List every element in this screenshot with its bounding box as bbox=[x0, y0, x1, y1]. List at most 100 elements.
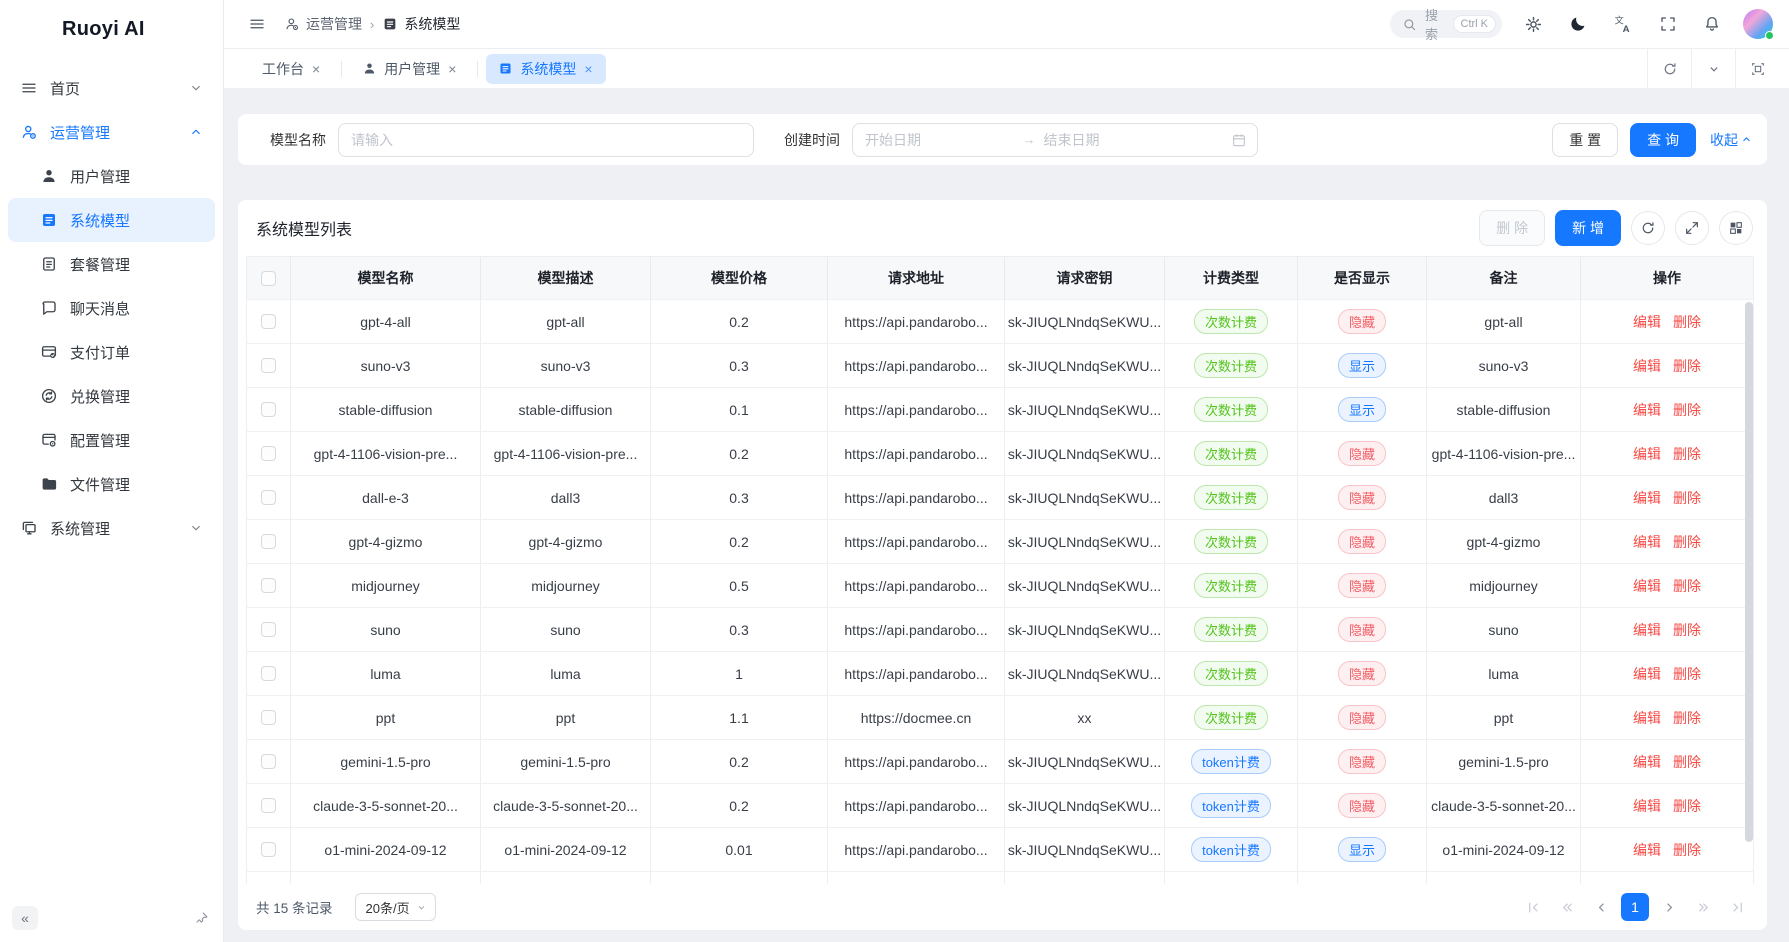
table-scrollbar[interactable] bbox=[1745, 302, 1753, 842]
sidebar-item-operations[interactable]: 运营管理 bbox=[8, 110, 215, 154]
edit-link[interactable]: 编辑 bbox=[1633, 840, 1661, 860]
global-search[interactable]: 搜索 Ctrl K bbox=[1390, 10, 1502, 38]
table-row: lumaluma1https://api.pandarobo...sk-JIUQ… bbox=[247, 651, 1753, 695]
delete-link[interactable]: 删除 bbox=[1673, 444, 1701, 464]
sidebar-item-home[interactable]: 首页 bbox=[8, 66, 215, 110]
next-5-pages-button[interactable] bbox=[1689, 893, 1717, 921]
delete-link[interactable]: 删除 bbox=[1673, 532, 1701, 552]
tab-system-model[interactable]: 系统模型× bbox=[486, 54, 605, 84]
tab-menu-button[interactable] bbox=[1691, 49, 1735, 88]
language-button[interactable] bbox=[1609, 10, 1637, 38]
edit-link[interactable]: 编辑 bbox=[1633, 444, 1661, 464]
settings-button[interactable] bbox=[1520, 11, 1547, 38]
row-checkbox[interactable] bbox=[261, 490, 276, 505]
delete-link[interactable]: 删除 bbox=[1673, 664, 1701, 684]
theme-toggle-button[interactable] bbox=[1565, 11, 1591, 37]
edit-link[interactable]: 编辑 bbox=[1633, 356, 1661, 376]
edit-link[interactable]: 编辑 bbox=[1633, 312, 1661, 332]
cell-remark: ppt bbox=[1427, 696, 1581, 739]
tab-maximize-button[interactable] bbox=[1735, 49, 1779, 88]
breadcrumb-item-system-model[interactable]: 系统模型 bbox=[382, 14, 460, 34]
model-name-input[interactable] bbox=[338, 123, 754, 157]
sidebar-item-payment-orders[interactable]: 支付订单 bbox=[8, 330, 215, 374]
delete-link[interactable]: 删除 bbox=[1673, 708, 1701, 728]
cell-price: 1.1 bbox=[651, 696, 828, 739]
column-settings-button[interactable] bbox=[1719, 211, 1753, 245]
delete-link[interactable]: 删除 bbox=[1673, 620, 1701, 640]
delete-link[interactable]: 删除 bbox=[1673, 796, 1701, 816]
row-checkbox[interactable] bbox=[261, 842, 276, 857]
edit-link[interactable]: 编辑 bbox=[1633, 532, 1661, 552]
delete-link[interactable]: 删除 bbox=[1673, 840, 1701, 860]
sidebar-item-user-management[interactable]: 用户管理 bbox=[8, 154, 215, 198]
tab-refresh-button[interactable] bbox=[1647, 49, 1691, 88]
edit-link[interactable]: 编辑 bbox=[1633, 488, 1661, 508]
row-checkbox[interactable] bbox=[261, 446, 276, 461]
tab-user-management[interactable]: 用户管理× bbox=[350, 54, 469, 84]
last-page-button[interactable] bbox=[1723, 893, 1751, 921]
cell-desc: o1-mini-2024-09-12 bbox=[481, 828, 651, 871]
close-icon[interactable]: × bbox=[311, 62, 321, 76]
tab-workbench[interactable]: 工作台× bbox=[250, 54, 333, 84]
edit-link[interactable]: 编辑 bbox=[1633, 620, 1661, 640]
cell-remark: gpt-4-gizmo bbox=[1427, 520, 1581, 563]
sidebar-item-config-management[interactable]: 配置管理 bbox=[8, 418, 215, 462]
edit-link[interactable]: 编辑 bbox=[1633, 576, 1661, 596]
sidebar-item-package-management[interactable]: 套餐管理 bbox=[8, 242, 215, 286]
edit-link[interactable]: 编辑 bbox=[1633, 752, 1661, 772]
page-size-select[interactable]: 20条/页 bbox=[355, 893, 436, 921]
select-all-checkbox[interactable] bbox=[261, 271, 276, 286]
delete-button[interactable]: 删 除 bbox=[1479, 210, 1545, 246]
row-checkbox[interactable] bbox=[261, 578, 276, 593]
search-button[interactable]: 查 询 bbox=[1630, 123, 1696, 157]
collapse-filter-button[interactable]: 收起 bbox=[1710, 130, 1753, 150]
user-avatar[interactable] bbox=[1743, 9, 1773, 39]
sidebar-item-file-management[interactable]: 文件管理 bbox=[8, 462, 215, 506]
fullscreen-button[interactable] bbox=[1655, 11, 1681, 37]
delete-link[interactable]: 删除 bbox=[1673, 356, 1701, 376]
first-page-button[interactable] bbox=[1519, 893, 1547, 921]
pin-icon[interactable] bbox=[195, 911, 209, 925]
logo[interactable]: Ruoyi AI bbox=[0, 0, 223, 58]
row-checkbox[interactable] bbox=[261, 710, 276, 725]
edit-link[interactable]: 编辑 bbox=[1633, 796, 1661, 816]
notifications-button[interactable] bbox=[1699, 11, 1725, 37]
row-checkbox[interactable] bbox=[261, 534, 276, 549]
page-number-button[interactable]: 1 bbox=[1621, 893, 1649, 921]
edit-link[interactable]: 编辑 bbox=[1633, 708, 1661, 728]
delete-link[interactable]: 删除 bbox=[1673, 312, 1701, 332]
row-checkbox[interactable] bbox=[261, 754, 276, 769]
cell-remark: suno-v3 bbox=[1427, 344, 1581, 387]
reset-button[interactable]: 重 置 bbox=[1552, 123, 1618, 157]
edit-link[interactable]: 编辑 bbox=[1633, 664, 1661, 684]
delete-link[interactable]: 删除 bbox=[1673, 752, 1701, 772]
delete-link[interactable]: 删除 bbox=[1673, 488, 1701, 508]
row-checkbox[interactable] bbox=[261, 798, 276, 813]
sidebar-item-system-model[interactable]: 系统模型 bbox=[8, 198, 215, 242]
date-range-input[interactable]: 开始日期 → 结束日期 bbox=[852, 123, 1258, 157]
row-checkbox[interactable] bbox=[261, 358, 276, 373]
prev-page-button[interactable] bbox=[1587, 893, 1615, 921]
close-icon[interactable]: × bbox=[447, 62, 457, 76]
delete-link[interactable]: 删除 bbox=[1673, 576, 1701, 596]
sidebar-collapse-button[interactable]: « bbox=[12, 906, 38, 930]
row-checkbox[interactable] bbox=[261, 666, 276, 681]
menu-toggle-button[interactable] bbox=[244, 11, 270, 37]
edit-link[interactable]: 编辑 bbox=[1633, 400, 1661, 420]
refresh-table-button[interactable] bbox=[1631, 211, 1665, 245]
delete-link[interactable]: 删除 bbox=[1673, 400, 1701, 420]
prev-5-pages-button[interactable] bbox=[1553, 893, 1581, 921]
sidebar-item-system-management[interactable]: 系统管理 bbox=[8, 506, 215, 550]
sidebar-item-chat-messages[interactable]: 聊天消息 bbox=[8, 286, 215, 330]
next-page-button[interactable] bbox=[1655, 893, 1683, 921]
add-button[interactable]: 新 增 bbox=[1555, 210, 1621, 246]
sidebar-item-exchange-management[interactable]: 兑换管理 bbox=[8, 374, 215, 418]
breadcrumb-item-operations[interactable]: 运营管理 bbox=[284, 14, 362, 34]
confcard-icon bbox=[40, 431, 58, 449]
cell-remark: o1-mini-2024-09-12 bbox=[1427, 828, 1581, 871]
fullscreen-table-button[interactable] bbox=[1675, 211, 1709, 245]
row-checkbox[interactable] bbox=[261, 314, 276, 329]
row-checkbox[interactable] bbox=[261, 402, 276, 417]
close-icon[interactable]: × bbox=[583, 62, 593, 76]
row-checkbox[interactable] bbox=[261, 622, 276, 637]
